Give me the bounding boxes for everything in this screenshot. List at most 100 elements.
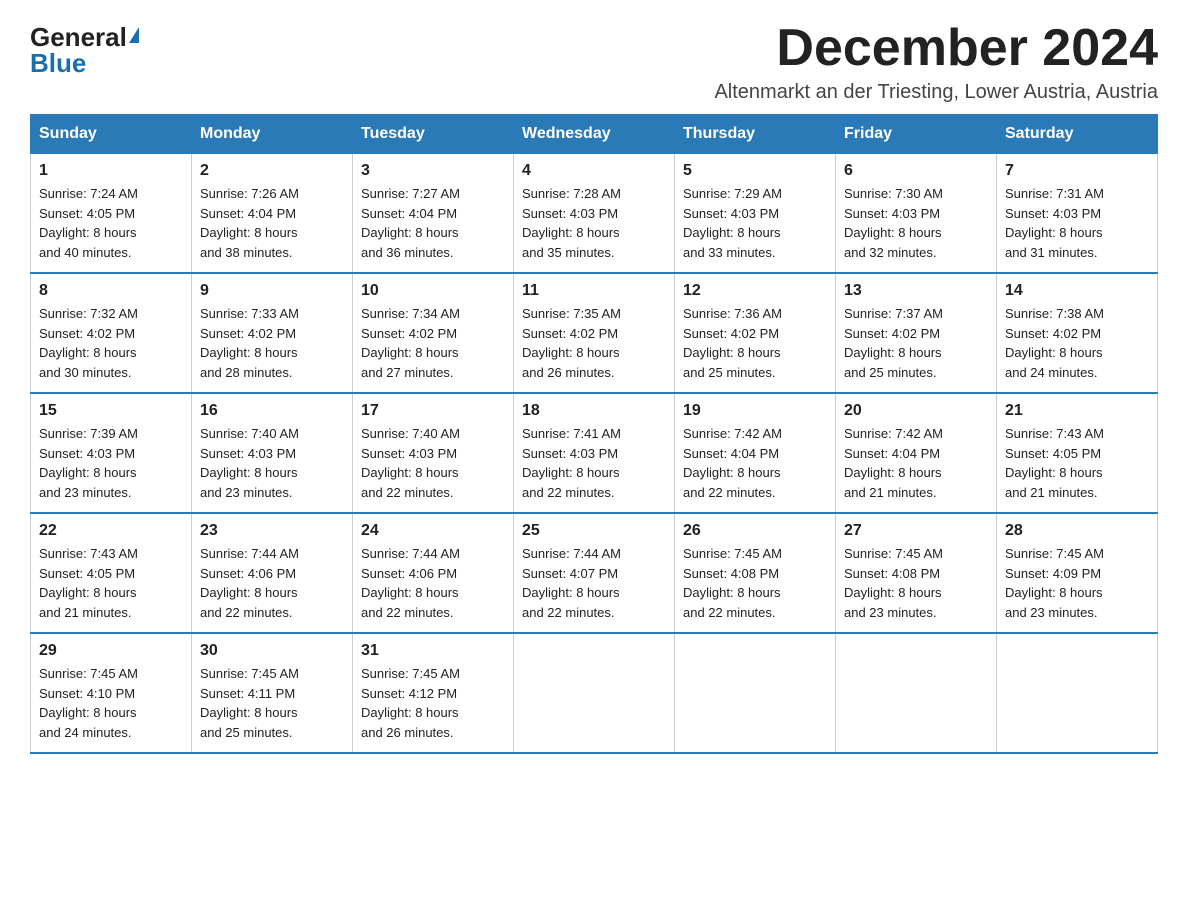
day-info: Sunrise: 7:38 AM Sunset: 4:02 PM Dayligh… (1005, 304, 1149, 382)
day-info: Sunrise: 7:44 AM Sunset: 4:07 PM Dayligh… (522, 544, 666, 622)
day-info: Sunrise: 7:36 AM Sunset: 4:02 PM Dayligh… (683, 304, 827, 382)
calendar-cell: 4 Sunrise: 7:28 AM Sunset: 4:03 PM Dayli… (514, 154, 675, 274)
day-number: 7 (1005, 162, 1149, 180)
day-number: 6 (844, 162, 988, 180)
day-info: Sunrise: 7:43 AM Sunset: 4:05 PM Dayligh… (39, 544, 183, 622)
logo-blue-text: Blue (30, 50, 86, 76)
day-number: 27 (844, 522, 988, 540)
calendar-cell: 25 Sunrise: 7:44 AM Sunset: 4:07 PM Dayl… (514, 513, 675, 633)
day-number: 17 (361, 402, 505, 420)
logo-general-text: General (30, 24, 127, 50)
page-header: General Blue December 2024 Altenmarkt an… (30, 20, 1158, 104)
day-info: Sunrise: 7:40 AM Sunset: 4:03 PM Dayligh… (361, 424, 505, 502)
day-number: 22 (39, 522, 183, 540)
day-number: 1 (39, 162, 183, 180)
day-info: Sunrise: 7:45 AM Sunset: 4:10 PM Dayligh… (39, 664, 183, 742)
day-info: Sunrise: 7:45 AM Sunset: 4:08 PM Dayligh… (683, 544, 827, 622)
day-info: Sunrise: 7:45 AM Sunset: 4:12 PM Dayligh… (361, 664, 505, 742)
day-number: 21 (1005, 402, 1149, 420)
day-info: Sunrise: 7:35 AM Sunset: 4:02 PM Dayligh… (522, 304, 666, 382)
day-info: Sunrise: 7:39 AM Sunset: 4:03 PM Dayligh… (39, 424, 183, 502)
calendar-cell (675, 633, 836, 753)
day-info: Sunrise: 7:31 AM Sunset: 4:03 PM Dayligh… (1005, 184, 1149, 262)
calendar-header-row: SundayMondayTuesdayWednesdayThursdayFrid… (31, 115, 1158, 154)
day-info: Sunrise: 7:33 AM Sunset: 4:02 PM Dayligh… (200, 304, 344, 382)
calendar-table: SundayMondayTuesdayWednesdayThursdayFrid… (30, 114, 1158, 754)
calendar-cell: 14 Sunrise: 7:38 AM Sunset: 4:02 PM Dayl… (997, 273, 1158, 393)
calendar-cell (514, 633, 675, 753)
day-info: Sunrise: 7:28 AM Sunset: 4:03 PM Dayligh… (522, 184, 666, 262)
calendar-cell: 10 Sunrise: 7:34 AM Sunset: 4:02 PM Dayl… (353, 273, 514, 393)
header-saturday: Saturday (997, 115, 1158, 154)
calendar-cell: 23 Sunrise: 7:44 AM Sunset: 4:06 PM Dayl… (192, 513, 353, 633)
day-number: 11 (522, 282, 666, 300)
day-number: 25 (522, 522, 666, 540)
day-number: 5 (683, 162, 827, 180)
calendar-cell: 11 Sunrise: 7:35 AM Sunset: 4:02 PM Dayl… (514, 273, 675, 393)
day-number: 8 (39, 282, 183, 300)
day-number: 31 (361, 642, 505, 660)
logo-triangle-icon (129, 27, 139, 43)
day-info: Sunrise: 7:45 AM Sunset: 4:11 PM Dayligh… (200, 664, 344, 742)
header-wednesday: Wednesday (514, 115, 675, 154)
day-number: 9 (200, 282, 344, 300)
day-number: 30 (200, 642, 344, 660)
day-info: Sunrise: 7:37 AM Sunset: 4:02 PM Dayligh… (844, 304, 988, 382)
day-number: 28 (1005, 522, 1149, 540)
calendar-cell: 24 Sunrise: 7:44 AM Sunset: 4:06 PM Dayl… (353, 513, 514, 633)
calendar-cell: 19 Sunrise: 7:42 AM Sunset: 4:04 PM Dayl… (675, 393, 836, 513)
title-block: December 2024 Altenmarkt an der Triestin… (714, 20, 1158, 104)
calendar-week-2: 8 Sunrise: 7:32 AM Sunset: 4:02 PM Dayli… (31, 273, 1158, 393)
day-info: Sunrise: 7:43 AM Sunset: 4:05 PM Dayligh… (1005, 424, 1149, 502)
day-info: Sunrise: 7:42 AM Sunset: 4:04 PM Dayligh… (844, 424, 988, 502)
day-info: Sunrise: 7:44 AM Sunset: 4:06 PM Dayligh… (361, 544, 505, 622)
day-info: Sunrise: 7:45 AM Sunset: 4:08 PM Dayligh… (844, 544, 988, 622)
calendar-cell: 12 Sunrise: 7:36 AM Sunset: 4:02 PM Dayl… (675, 273, 836, 393)
calendar-cell: 27 Sunrise: 7:45 AM Sunset: 4:08 PM Dayl… (836, 513, 997, 633)
calendar-cell: 1 Sunrise: 7:24 AM Sunset: 4:05 PM Dayli… (31, 154, 192, 274)
calendar-cell: 15 Sunrise: 7:39 AM Sunset: 4:03 PM Dayl… (31, 393, 192, 513)
calendar-cell: 17 Sunrise: 7:40 AM Sunset: 4:03 PM Dayl… (353, 393, 514, 513)
logo: General Blue (30, 24, 139, 76)
day-number: 20 (844, 402, 988, 420)
calendar-cell (997, 633, 1158, 753)
calendar-cell: 6 Sunrise: 7:30 AM Sunset: 4:03 PM Dayli… (836, 154, 997, 274)
day-info: Sunrise: 7:32 AM Sunset: 4:02 PM Dayligh… (39, 304, 183, 382)
day-info: Sunrise: 7:26 AM Sunset: 4:04 PM Dayligh… (200, 184, 344, 262)
calendar-cell: 5 Sunrise: 7:29 AM Sunset: 4:03 PM Dayli… (675, 154, 836, 274)
calendar-week-3: 15 Sunrise: 7:39 AM Sunset: 4:03 PM Dayl… (31, 393, 1158, 513)
calendar-week-1: 1 Sunrise: 7:24 AM Sunset: 4:05 PM Dayli… (31, 154, 1158, 274)
day-number: 14 (1005, 282, 1149, 300)
day-number: 13 (844, 282, 988, 300)
day-info: Sunrise: 7:30 AM Sunset: 4:03 PM Dayligh… (844, 184, 988, 262)
calendar-cell: 3 Sunrise: 7:27 AM Sunset: 4:04 PM Dayli… (353, 154, 514, 274)
header-thursday: Thursday (675, 115, 836, 154)
header-tuesday: Tuesday (353, 115, 514, 154)
calendar-cell: 21 Sunrise: 7:43 AM Sunset: 4:05 PM Dayl… (997, 393, 1158, 513)
calendar-cell: 9 Sunrise: 7:33 AM Sunset: 4:02 PM Dayli… (192, 273, 353, 393)
header-friday: Friday (836, 115, 997, 154)
calendar-cell: 30 Sunrise: 7:45 AM Sunset: 4:11 PM Dayl… (192, 633, 353, 753)
calendar-cell: 20 Sunrise: 7:42 AM Sunset: 4:04 PM Dayl… (836, 393, 997, 513)
day-number: 29 (39, 642, 183, 660)
calendar-week-4: 22 Sunrise: 7:43 AM Sunset: 4:05 PM Dayl… (31, 513, 1158, 633)
day-info: Sunrise: 7:41 AM Sunset: 4:03 PM Dayligh… (522, 424, 666, 502)
day-number: 16 (200, 402, 344, 420)
day-info: Sunrise: 7:45 AM Sunset: 4:09 PM Dayligh… (1005, 544, 1149, 622)
day-number: 10 (361, 282, 505, 300)
calendar-cell: 8 Sunrise: 7:32 AM Sunset: 4:02 PM Dayli… (31, 273, 192, 393)
day-info: Sunrise: 7:27 AM Sunset: 4:04 PM Dayligh… (361, 184, 505, 262)
day-info: Sunrise: 7:34 AM Sunset: 4:02 PM Dayligh… (361, 304, 505, 382)
calendar-cell: 29 Sunrise: 7:45 AM Sunset: 4:10 PM Dayl… (31, 633, 192, 753)
day-info: Sunrise: 7:42 AM Sunset: 4:04 PM Dayligh… (683, 424, 827, 502)
day-number: 2 (200, 162, 344, 180)
header-sunday: Sunday (31, 115, 192, 154)
calendar-cell: 16 Sunrise: 7:40 AM Sunset: 4:03 PM Dayl… (192, 393, 353, 513)
day-number: 12 (683, 282, 827, 300)
day-number: 26 (683, 522, 827, 540)
day-number: 19 (683, 402, 827, 420)
calendar-cell: 26 Sunrise: 7:45 AM Sunset: 4:08 PM Dayl… (675, 513, 836, 633)
day-info: Sunrise: 7:24 AM Sunset: 4:05 PM Dayligh… (39, 184, 183, 262)
header-monday: Monday (192, 115, 353, 154)
day-info: Sunrise: 7:44 AM Sunset: 4:06 PM Dayligh… (200, 544, 344, 622)
